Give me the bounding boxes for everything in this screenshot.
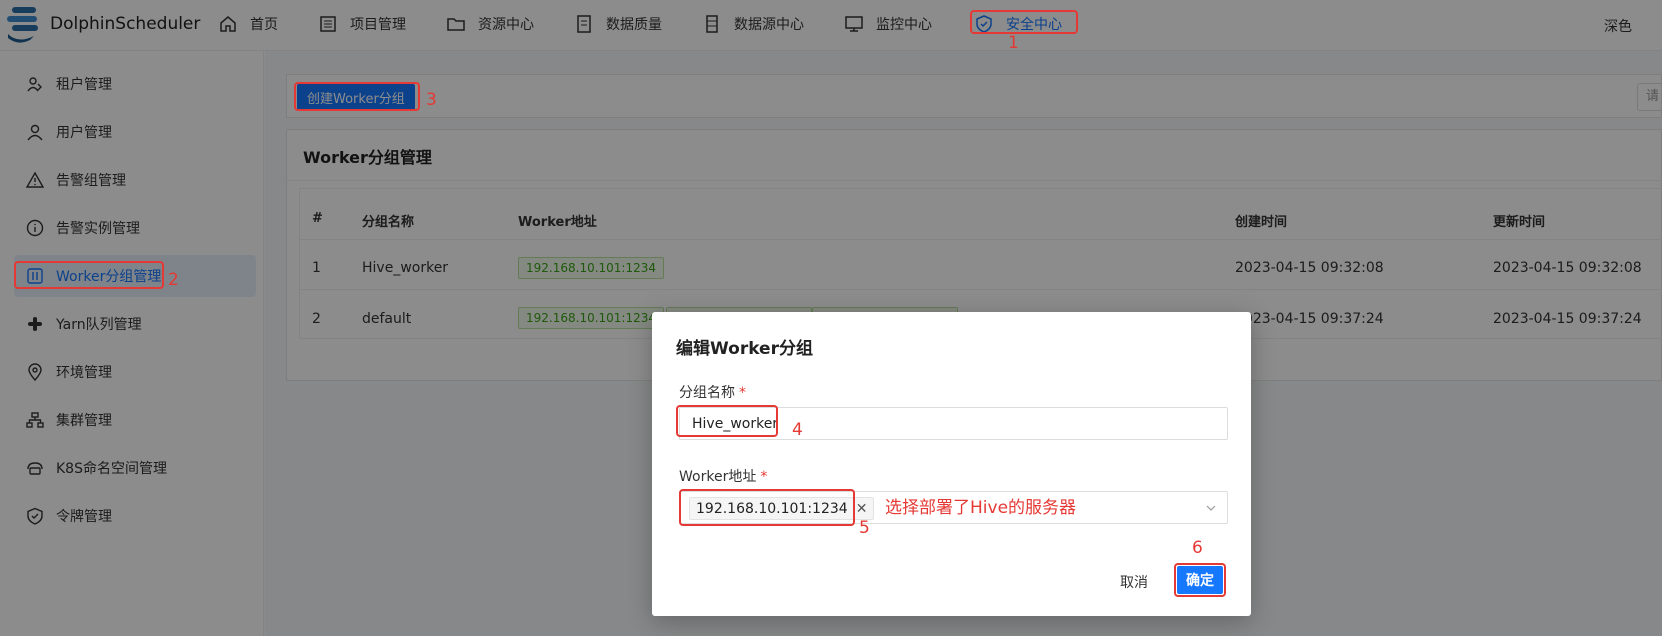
annotation-number-3: 3 (426, 90, 437, 110)
group-name-label: 分组名称 * (679, 382, 746, 402)
edit-worker-group-dialog: 编辑Worker分组 分组名称 * Hive_worker Worker地址 * 1… (652, 312, 1251, 616)
annotation-number-4: 4 (792, 420, 803, 440)
worker-address-label: Worker地址 * (679, 466, 767, 486)
annotation-number-5: 5 (859, 518, 870, 538)
worker-address-label-text: Worker地址 (679, 469, 757, 485)
cancel-button[interactable]: 取消 (1120, 572, 1148, 592)
dialog-title: 编辑Worker分组 (676, 339, 813, 359)
chevron-down-icon[interactable] (1205, 502, 1217, 514)
annotation-number-2: 2 (168, 270, 179, 290)
annotation-box-5 (679, 489, 855, 526)
close-icon[interactable]: ✕ (856, 501, 868, 517)
annotation-box-4 (676, 405, 778, 437)
required-mark: * (760, 469, 768, 485)
annotation-number-1: 1 (1008, 33, 1019, 53)
annotation-box-3 (294, 82, 420, 111)
annotation-box-6 (1174, 563, 1226, 597)
annotation-hint: 选择部署了Hive的服务器 (885, 498, 1077, 518)
annotation-box-1 (970, 10, 1078, 34)
group-name-label-text: 分组名称 (679, 385, 735, 401)
annotation-box-2 (14, 261, 164, 289)
annotation-number-6: 6 (1192, 538, 1203, 558)
required-mark: * (739, 385, 746, 401)
